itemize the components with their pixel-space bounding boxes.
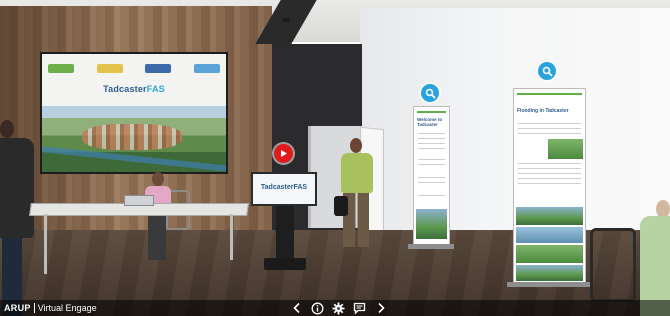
settings-button[interactable]	[332, 302, 345, 315]
banner-1-heading: Welcome to Tadcaster	[417, 117, 443, 127]
banner-accent-bar	[417, 111, 446, 113]
banner-text-line	[418, 164, 445, 165]
kiosk-screen: TadcasterFAS	[251, 172, 317, 206]
banner-text-line	[518, 128, 581, 129]
wall-display-screen: TadcasterFAS	[40, 52, 228, 174]
brand-logo: ARUP Virtual Engage	[4, 302, 97, 314]
banner-2-base	[507, 282, 592, 287]
banner-map	[548, 139, 583, 159]
banner-accent-bar	[517, 93, 582, 95]
partner-logo	[193, 63, 220, 73]
banner-text-line	[518, 178, 581, 179]
chevron-right-icon	[377, 302, 385, 314]
banner-2-info-hotspot[interactable]	[538, 62, 556, 80]
kiosk-stand	[276, 206, 294, 260]
banner-2-heading: Flooding in Tadcaster	[517, 108, 569, 114]
desk-leg	[44, 214, 47, 274]
company-name: ARUP	[4, 303, 31, 313]
banner-text-line	[418, 138, 445, 139]
banner-text-line	[418, 195, 445, 196]
chair-right	[590, 228, 636, 302]
desk-leg	[230, 214, 233, 260]
walking-visitor-figure	[334, 138, 380, 250]
banner-text-line	[518, 163, 581, 164]
chat-icon	[353, 302, 366, 315]
banner-text-line	[418, 148, 445, 149]
play-icon	[281, 150, 287, 157]
ceiling-light	[282, 18, 290, 22]
banner-text-line	[418, 182, 445, 183]
rollup-banner-1: Welcome to Tadcaster	[413, 106, 450, 246]
kiosk-title: TadcasterFAS	[260, 184, 308, 191]
wall-screen-title-main: Tadcaster	[103, 84, 147, 94]
banner-1-info-hotspot[interactable]	[421, 84, 439, 102]
banner-text-line	[518, 173, 581, 174]
rollup-banner-2: Flooding in Tadcaster	[513, 88, 586, 284]
play-video-hotspot[interactable]	[274, 144, 293, 163]
banner-text-line	[418, 143, 445, 144]
previous-scene-button[interactable]	[290, 302, 303, 315]
figure-legs	[148, 216, 166, 260]
partner-logos	[48, 58, 220, 78]
partner-logo	[48, 63, 74, 73]
banner-photo	[516, 265, 583, 281]
figure-head	[0, 120, 14, 138]
search-icon	[425, 88, 435, 98]
kiosk-base	[264, 258, 306, 270]
banner-photo	[516, 245, 583, 263]
product-name: Virtual Engage	[37, 303, 97, 313]
partner-logo	[145, 63, 172, 73]
banner-text-line	[518, 168, 581, 169]
visitor-figure-right	[634, 200, 670, 316]
search-icon	[542, 66, 552, 76]
info-button[interactable]	[311, 302, 324, 315]
banner-text-line	[418, 159, 445, 160]
visitor-figure-left	[0, 120, 36, 316]
partner-logo	[96, 63, 123, 73]
next-scene-button[interactable]	[374, 302, 387, 315]
banner-photo	[416, 209, 447, 239]
banner-text-line	[518, 183, 581, 184]
viewer-toolbar: ARUP Virtual Engage	[0, 300, 670, 316]
banner-text-line	[418, 133, 445, 134]
banner-text-line	[418, 177, 445, 178]
banner-text-line	[518, 133, 581, 134]
navigation-controls	[290, 301, 387, 315]
figure-body	[0, 138, 34, 238]
laptop	[124, 195, 154, 206]
receptionist-figure	[142, 172, 176, 262]
info-icon	[311, 302, 324, 314]
figure-head	[152, 172, 164, 186]
wall-screen-title: TadcasterFAS	[42, 84, 226, 94]
aerial-photo-tadcaster	[42, 106, 226, 172]
wall-screen-title-accent: FAS	[146, 84, 165, 94]
gear-icon	[332, 302, 345, 314]
banner-1-base	[408, 244, 454, 249]
figure-shirt	[341, 153, 373, 193]
briefcase	[334, 196, 348, 216]
banner-photo	[516, 207, 583, 225]
figure-head	[350, 138, 362, 153]
banner-photo	[516, 227, 583, 243]
chevron-left-icon	[292, 302, 300, 314]
banner-text-line	[518, 123, 581, 124]
brand-divider	[33, 303, 35, 313]
virtual-tour-viewport[interactable]: TadcasterFAS TadcasterFAS Welcome to Tad…	[0, 0, 670, 316]
comments-button[interactable]	[353, 302, 366, 315]
